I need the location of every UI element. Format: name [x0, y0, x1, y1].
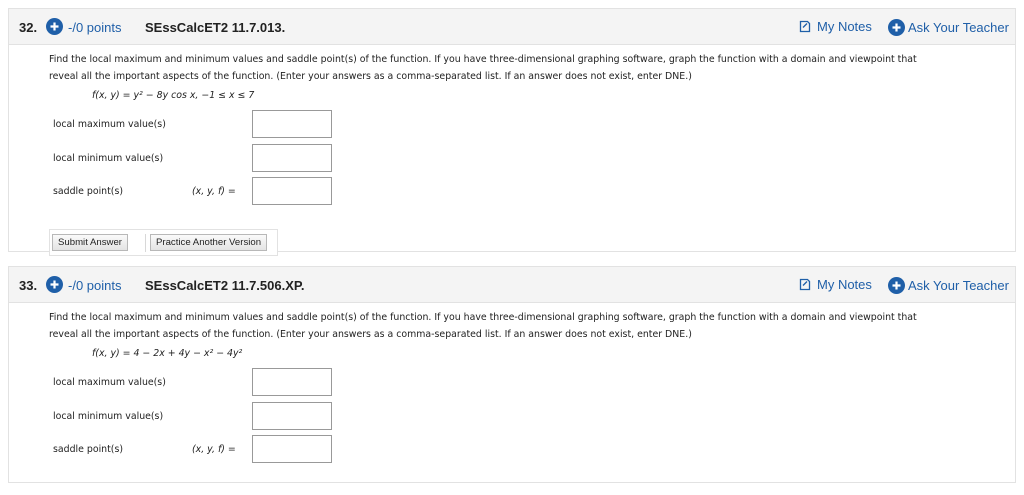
- submit-answer-button[interactable]: Submit Answer: [52, 234, 128, 251]
- problem-body: Find the local maximum and minimum value…: [49, 309, 995, 362]
- field-label: local minimum value(s): [53, 153, 164, 164]
- answer-row-local-max: local maximum value(s): [53, 368, 353, 396]
- function-definition: f(x, y) = 4 − 2x + 4y − x² − 4y²: [92, 348, 243, 359]
- answer-row-local-max: local maximum value(s): [53, 110, 353, 138]
- problem-header: 33. -/0 points SEssCalcET2 11.7.506.XP. …: [9, 267, 1015, 303]
- ask-teacher-link[interactable]: Ask Your Teacher: [888, 19, 1009, 36]
- my-notes-link[interactable]: My Notes: [799, 19, 872, 34]
- problem-32: 32. -/0 points SEssCalcET2 11.7.013. My …: [8, 8, 1016, 256]
- local-max-input[interactable]: [252, 368, 332, 396]
- plus-circle-icon[interactable]: [46, 18, 63, 35]
- problem-body: Find the local maximum and minimum value…: [49, 51, 995, 104]
- notes-icon: [799, 278, 811, 291]
- local-min-input[interactable]: [252, 402, 332, 430]
- answer-row-local-min: local minimum value(s): [53, 144, 353, 172]
- problem-header: 32. -/0 points SEssCalcET2 11.7.013. My …: [9, 9, 1015, 45]
- my-notes-label: My Notes: [817, 277, 872, 292]
- ask-teacher-link[interactable]: Ask Your Teacher: [888, 277, 1009, 294]
- local-max-input[interactable]: [252, 110, 332, 138]
- field-label: saddle point(s): [53, 186, 123, 197]
- xyf-prefix: (x, y, f) =: [192, 186, 236, 197]
- button-bar: Submit Answer Practice Another Version: [49, 229, 278, 256]
- saddle-point-input[interactable]: [252, 177, 332, 205]
- problem-number: 32.: [19, 20, 38, 35]
- local-min-input[interactable]: [252, 144, 332, 172]
- problem-code: SEssCalcET2 11.7.013.: [145, 20, 286, 35]
- instructions-line: reveal all the important aspects of the …: [49, 329, 692, 340]
- answer-row-saddle: saddle point(s) (x, y, f) =: [53, 177, 353, 205]
- plus-circle-icon: [888, 19, 905, 36]
- instructions-line: Find the local maximum and minimum value…: [49, 54, 917, 65]
- field-label: local maximum value(s): [53, 377, 166, 388]
- points-label: -/0 points: [68, 20, 122, 35]
- problem-code: SEssCalcET2 11.7.506.XP.: [145, 278, 305, 293]
- saddle-point-input[interactable]: [252, 435, 332, 463]
- notes-icon: [799, 20, 811, 33]
- xyf-prefix: (x, y, f) =: [192, 444, 236, 455]
- field-label: local maximum value(s): [53, 119, 166, 130]
- practice-another-version-button[interactable]: Practice Another Version: [150, 234, 268, 251]
- plus-circle-icon[interactable]: [46, 276, 63, 293]
- function-definition: f(x, y) = y² − 8y cos x, −1 ≤ x ≤ 7: [92, 90, 255, 101]
- answer-row-saddle: saddle point(s) (x, y, f) =: [53, 435, 353, 463]
- problem-33: 33. -/0 points SEssCalcET2 11.7.506.XP. …: [8, 266, 1016, 483]
- points-label: -/0 points: [68, 278, 122, 293]
- answer-row-local-min: local minimum value(s): [53, 402, 353, 430]
- ask-teacher-label: Ask Your Teacher: [908, 20, 1009, 35]
- ask-teacher-label: Ask Your Teacher: [908, 278, 1009, 293]
- my-notes-label: My Notes: [817, 19, 872, 34]
- field-label: local minimum value(s): [53, 411, 164, 422]
- divider: [145, 234, 146, 252]
- field-label: saddle point(s): [53, 444, 123, 455]
- plus-circle-icon: [888, 277, 905, 294]
- my-notes-link[interactable]: My Notes: [799, 277, 872, 292]
- instructions-line: Find the local maximum and minimum value…: [49, 312, 917, 323]
- instructions-line: reveal all the important aspects of the …: [49, 71, 692, 82]
- problem-number: 33.: [19, 278, 38, 293]
